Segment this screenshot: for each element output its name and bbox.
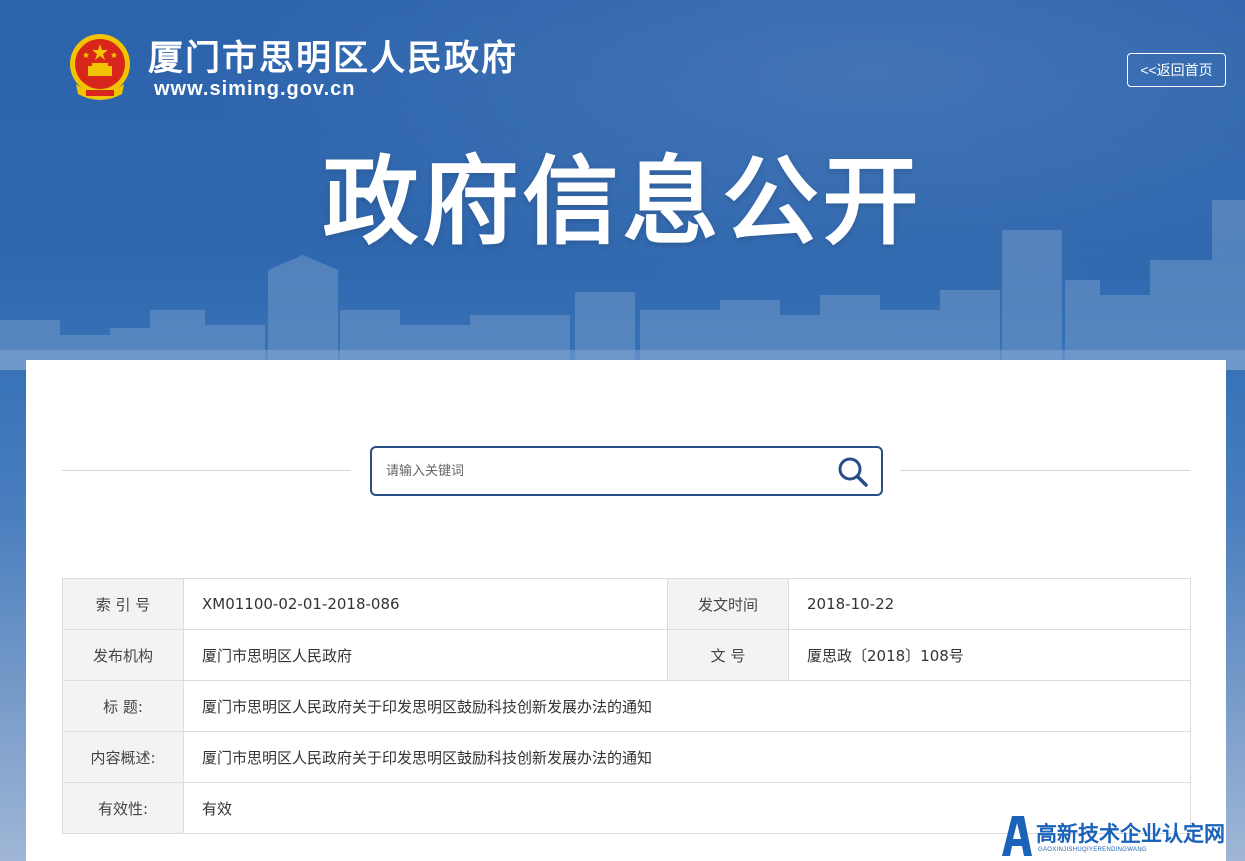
- site-title: 厦门市思明区人民政府: [148, 38, 519, 79]
- document-number-label: 文 号: [667, 629, 789, 681]
- site-url: www.siming.gov.cn: [154, 78, 356, 100]
- table-row: 索 引 号 XM01100-02-01-2018-086 发文时间 2018-1…: [62, 578, 1191, 630]
- publisher-label: 发布机构: [62, 629, 184, 681]
- watermark-a-icon: [1002, 816, 1032, 856]
- banner-title: 政府信息公开: [322, 146, 923, 258]
- watermark-text: 高新技术企业认定网: [1036, 822, 1225, 846]
- watermark-logo: 高新技术企业认定网 GAOXINJISHUQIYERENDINGWANG: [998, 810, 1245, 861]
- national-emblem-icon: [70, 34, 130, 100]
- publisher-value: 厦门市思明区人民政府: [183, 629, 668, 681]
- index-number-label: 索 引 号: [62, 578, 184, 630]
- search-icon[interactable]: [837, 457, 869, 487]
- summary-value: 厦门市思明区人民政府关于印发思明区鼓励科技创新发展办法的通知: [183, 731, 1191, 783]
- search-box: [370, 446, 883, 496]
- publish-date-label: 发文时间: [667, 578, 789, 630]
- index-number-value: XM01100-02-01-2018-086: [183, 578, 668, 630]
- table-row: 发布机构 厦门市思明区人民政府 文 号 厦思政〔2018〕108号: [62, 629, 1191, 681]
- summary-label: 内容概述:: [62, 731, 184, 783]
- search-divider-left: [62, 470, 351, 471]
- back-to-home-button[interactable]: <<返回首页: [1127, 53, 1226, 87]
- content-card: 索 引 号 XM01100-02-01-2018-086 发文时间 2018-1…: [26, 360, 1226, 861]
- search-divider-right: [900, 470, 1190, 471]
- watermark-subtext: GAOXINJISHUQIYERENDINGWANG: [1038, 847, 1147, 853]
- title-value: 厦门市思明区人民政府关于印发思明区鼓励科技创新发展办法的通知: [183, 680, 1191, 732]
- search-input[interactable]: [386, 448, 816, 494]
- table-row: 内容概述: 厦门市思明区人民政府关于印发思明区鼓励科技创新发展办法的通知: [62, 731, 1191, 783]
- validity-label: 有效性:: [62, 782, 184, 834]
- title-label: 标 题:: [62, 680, 184, 732]
- publish-date-value: 2018-10-22: [788, 578, 1191, 630]
- document-number-value: 厦思政〔2018〕108号: [788, 629, 1191, 681]
- table-row: 标 题: 厦门市思明区人民政府关于印发思明区鼓励科技创新发展办法的通知: [62, 680, 1191, 732]
- document-info-table: 索 引 号 XM01100-02-01-2018-086 发文时间 2018-1…: [62, 578, 1191, 834]
